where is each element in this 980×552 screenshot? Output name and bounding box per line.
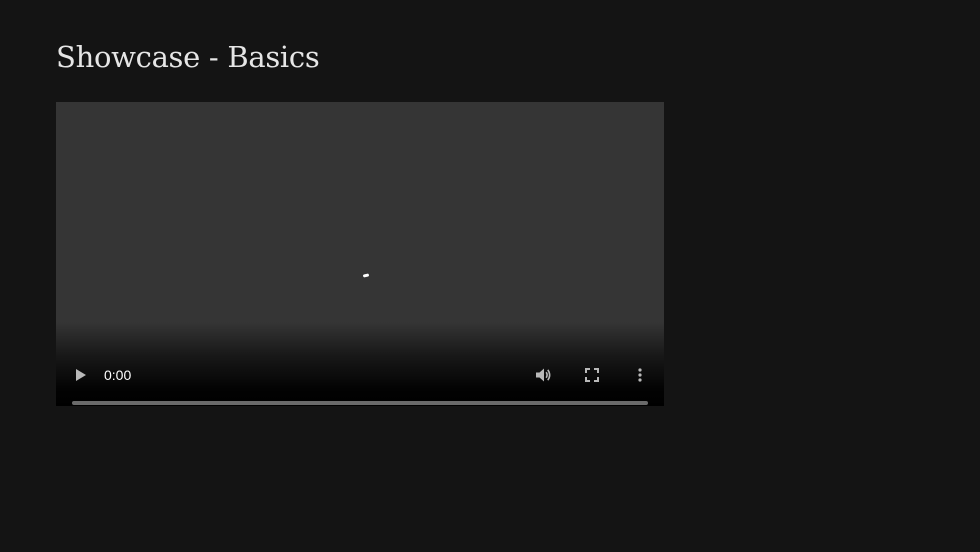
video-controls: 0:00 xyxy=(56,322,664,406)
more-options-button[interactable] xyxy=(634,365,646,385)
play-icon xyxy=(76,369,86,381)
video-player[interactable]: 0:00 xyxy=(56,102,664,406)
fullscreen-button[interactable] xyxy=(583,365,601,385)
current-time: 0:00 xyxy=(104,367,132,383)
play-button[interactable] xyxy=(72,365,90,385)
page: Showcase - Basics 0:00 xyxy=(0,0,980,552)
progress-bar[interactable] xyxy=(72,401,648,405)
page-title: Showcase - Basics xyxy=(56,40,320,74)
more-vertical-icon xyxy=(638,368,642,382)
volume-icon xyxy=(536,368,551,382)
fullscreen-icon xyxy=(585,368,599,382)
loading-spinner-icon xyxy=(362,273,370,278)
mute-button[interactable] xyxy=(533,365,553,385)
